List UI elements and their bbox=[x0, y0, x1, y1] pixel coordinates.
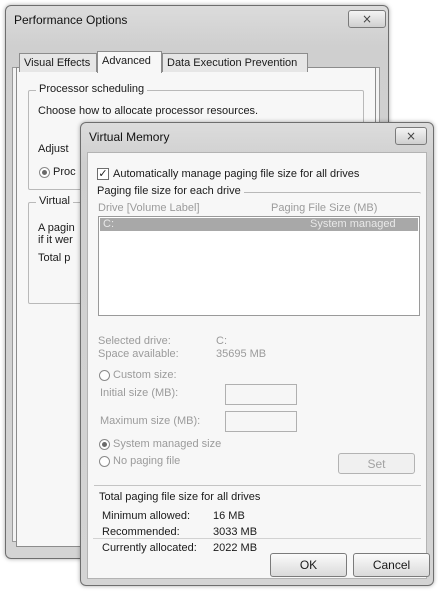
buttons-divider bbox=[93, 538, 421, 539]
maximum-size-input[interactable] bbox=[225, 411, 297, 432]
virtual-memory-dialog: Virtual Memory × ✓ Automatically manage … bbox=[80, 122, 434, 586]
tab-label: Data Execution Prevention bbox=[167, 57, 298, 69]
virtual-description-line1: A pagin bbox=[38, 222, 75, 234]
list-item[interactable]: C: System managed bbox=[100, 218, 418, 231]
programs-label: Proc bbox=[53, 166, 76, 178]
group-title: Paging file size for each drive bbox=[94, 185, 244, 197]
ok-button[interactable]: OK bbox=[270, 553, 347, 577]
space-available-label: Space available: bbox=[98, 348, 179, 360]
tab-label: Visual Effects bbox=[24, 57, 91, 69]
currently-allocated-label: Currently allocated: bbox=[102, 542, 197, 554]
cancel-button[interactable]: Cancel bbox=[353, 553, 430, 577]
selected-drive-label: Selected drive: bbox=[98, 335, 171, 347]
recommended-value: 3033 MB bbox=[213, 526, 258, 538]
close-button[interactable]: × bbox=[348, 10, 386, 28]
no-paging-label: No paging file bbox=[113, 455, 181, 467]
adjust-label: Adjust bbox=[38, 143, 69, 155]
totals-title: Total paging file size for all drives bbox=[99, 491, 261, 503]
section-divider bbox=[94, 485, 421, 486]
dialog-title: Virtual Memory bbox=[89, 130, 170, 144]
auto-manage-checkbox[interactable]: ✓ bbox=[97, 168, 109, 180]
initial-size-input[interactable] bbox=[225, 384, 297, 405]
initial-size-label: Initial size (MB): bbox=[100, 387, 179, 399]
minimum-allowed-value: 16 MB bbox=[213, 510, 245, 522]
drive-list[interactable]: C: System managed bbox=[98, 216, 420, 316]
maximum-size-label: Maximum size (MB): bbox=[100, 415, 201, 427]
tab-visual-effects[interactable]: Visual Effects bbox=[19, 53, 97, 72]
group-title: Virtual bbox=[36, 195, 73, 207]
recommended-label: Recommended: bbox=[102, 526, 180, 538]
set-button[interactable]: Set bbox=[338, 453, 415, 474]
custom-size-radio[interactable] bbox=[99, 370, 110, 381]
programs-radio[interactable] bbox=[39, 167, 50, 178]
dialog-body: ✓ Automatically manage paging file size … bbox=[87, 152, 427, 579]
tab-data-execution-prevention[interactable]: Data Execution Prevention bbox=[162, 53, 308, 72]
minimum-allowed-label: Minimum allowed: bbox=[102, 510, 191, 522]
window-title: Performance Options bbox=[14, 13, 128, 27]
ok-button-label: OK bbox=[299, 558, 318, 572]
virtual-description-line2: if it wer bbox=[38, 234, 73, 246]
tab-advanced[interactable]: Advanced bbox=[97, 51, 162, 73]
total-paging-label: Total p bbox=[38, 252, 71, 264]
close-button[interactable]: × bbox=[395, 127, 427, 145]
auto-manage-label: Automatically manage paging file size fo… bbox=[113, 168, 360, 180]
size-column-header: Paging File Size (MB) bbox=[271, 202, 378, 214]
system-managed-radio[interactable] bbox=[99, 439, 110, 450]
group-title: Processor scheduling bbox=[36, 83, 148, 95]
custom-size-label: Custom size: bbox=[113, 369, 177, 381]
processor-description: Choose how to allocate processor resourc… bbox=[38, 105, 259, 117]
size-cell: System managed bbox=[310, 218, 396, 230]
close-icon: × bbox=[361, 12, 373, 26]
space-available-value: 35695 MB bbox=[216, 348, 267, 360]
selected-drive-value: C: bbox=[216, 335, 227, 347]
no-paging-radio[interactable] bbox=[99, 456, 110, 467]
drive-column-header: Drive [Volume Label] bbox=[98, 202, 200, 214]
close-icon: × bbox=[405, 129, 417, 143]
currently-allocated-value: 2022 MB bbox=[213, 542, 258, 554]
cancel-button-label: Cancel bbox=[372, 558, 411, 572]
tab-label: Advanced bbox=[102, 55, 151, 67]
system-managed-label: System managed size bbox=[113, 438, 222, 450]
set-button-label: Set bbox=[367, 456, 386, 471]
drive-cell: C: bbox=[103, 218, 114, 230]
